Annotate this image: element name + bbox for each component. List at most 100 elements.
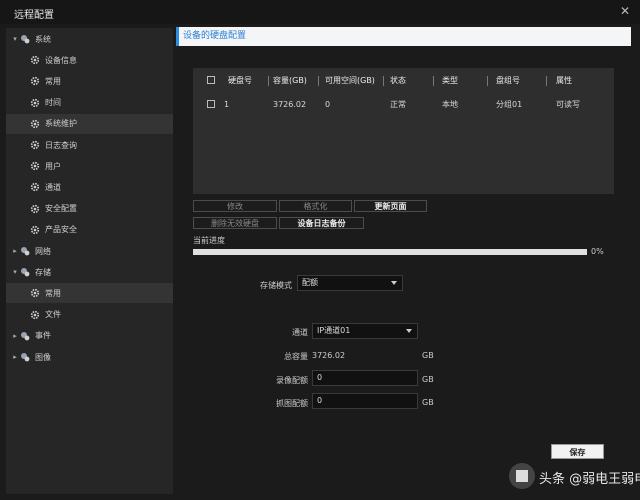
sidebar-item-label: 设备信息 [45,55,77,65]
sidebar-item[interactable]: 日志查询 [6,135,173,155]
sidebar-item[interactable]: ▸ 网络 [6,241,173,261]
sidebar-item-label: 常用 [45,76,61,86]
total-capacity-label: 总容量 [284,352,308,361]
channel-select[interactable]: IP通道01 [312,323,418,339]
header-attr: 属性 [556,76,572,85]
format-button[interactable]: 格式化 [279,200,352,212]
chevron-right-icon[interactable]: ▸ [10,247,20,255]
progress-bar [193,249,587,255]
sidebar-item[interactable]: 常用 [6,283,173,304]
chevron-down-icon[interactable]: ▾ [10,35,20,43]
sidebar-item-label: 常用 [45,288,61,298]
cell-disk-no: 1 [224,100,230,109]
picture-quota-unit: GB [422,398,434,407]
cell-status: 正常 [390,100,406,109]
save-button[interactable]: 保存 [551,444,604,459]
window-title: 远程配置 [14,10,54,21]
delete-invalid-disk-button[interactable]: 删除无效硬盘 [193,217,277,229]
chevron-right-icon[interactable]: ▸ [10,332,20,340]
folder-node-icon [20,331,30,341]
gear-icon [30,288,40,298]
column-separator[interactable] [487,76,488,86]
record-quota-label: 录像配额 [276,376,308,385]
row-checkbox[interactable] [207,100,215,108]
table-row[interactable]: 1 3726.02 0 正常 本地 分组01 可读写 [193,94,614,116]
total-capacity-unit: GB [422,351,434,360]
sidebar-item[interactable]: 文件 [6,305,173,325]
sidebar: ▾ 系统 设备信息 常用 时间 系统维护 日志查询 用户 通道 安全配置 产品安全 ▸ 网络 ▾ 存储 常用文… [6,28,173,494]
sidebar-item[interactable]: 用户 [6,156,173,176]
sidebar-item-label: 时间 [45,98,61,108]
column-separator[interactable] [318,76,319,86]
sidebar-item-label: 安全配置 [45,204,77,214]
sidebar-item[interactable]: 产品安全 [6,220,173,240]
sidebar-item[interactable]: ▾ 存储 [6,262,173,282]
record-quota-unit: GB [422,375,434,384]
sidebar-item-label: 系统 [35,34,51,44]
watermark-text: 头条 @弱电王弱电 [539,472,640,487]
gear-icon [30,140,40,150]
sidebar-item[interactable]: 安全配置 [6,199,173,219]
progress-label: 当前进度 [193,236,225,245]
modify-button[interactable]: 修改 [193,200,277,212]
gear-icon [30,182,40,192]
sidebar-item[interactable]: 时间 [6,93,173,113]
folder-node-icon [20,34,30,44]
folder-node-icon [20,267,30,277]
sidebar-item[interactable]: 设备信息 [6,50,173,70]
sidebar-item-label: 系统维护 [45,119,77,129]
header-group: 盘组号 [496,76,520,85]
gear-icon [30,55,40,65]
header-disk-no: 硬盘号 [228,76,252,85]
gear-icon [30,119,40,129]
sidebar-item-label: 网络 [35,246,51,256]
picture-quota-input[interactable]: 0 [312,393,418,409]
sidebar-item-label: 通道 [45,182,61,192]
chevron-down-icon[interactable]: ▾ [10,268,20,276]
title-bar: 远程配置 ✕ [0,0,640,24]
record-quota-input[interactable]: 0 [312,370,418,386]
header-free: 可用空间(GB) [325,76,375,85]
folder-node-icon [20,352,30,362]
column-separator[interactable] [268,76,269,86]
panel-title: 设备的硬盘配置 [176,27,631,46]
column-separator[interactable] [383,76,384,86]
gear-icon [30,76,40,86]
sidebar-item-label: 事件 [35,331,51,341]
picture-quota-label: 抓图配额 [276,399,308,408]
sidebar-item-label: 用户 [45,161,61,171]
header-capacity: 容量(GB) [273,76,307,85]
chevron-down-icon [406,329,412,333]
close-icon[interactable]: ✕ [620,4,630,18]
table-header: 硬盘号 容量(GB) 可用空间(GB) 状态 类型 盘组号 属性 [193,70,614,92]
sidebar-item[interactable]: 常用 [6,71,173,91]
channel-value: IP通道01 [317,326,351,335]
total-capacity-value: 3726.02 [312,351,346,360]
sidebar-item[interactable]: ▸ 图像 [6,347,173,367]
sidebar-item[interactable]: 系统维护 [6,113,173,134]
column-separator[interactable] [546,76,547,86]
device-log-backup-button[interactable]: 设备日志备份 [279,217,364,229]
sidebar-item-label: 文件 [45,310,61,320]
cell-type: 本地 [442,100,458,109]
column-separator[interactable] [433,76,434,86]
watermark-logo-icon [509,463,535,489]
storage-mode-select[interactable]: 配额 [297,275,403,291]
sidebar-item-label: 产品安全 [45,225,77,235]
sidebar-item[interactable]: ▸ 事件 [6,326,173,346]
cell-group: 分组01 [496,100,523,109]
cell-free: 0 [325,100,331,109]
gear-icon [30,225,40,235]
storage-mode-label: 存储模式 [260,281,292,290]
progress-percent: 0% [591,247,604,256]
storage-mode-value: 配额 [302,278,318,287]
select-all-checkbox[interactable] [207,76,215,84]
chevron-right-icon[interactable]: ▸ [10,353,20,361]
cell-attr: 可读写 [556,100,580,109]
gear-icon [30,98,40,108]
sidebar-item[interactable]: 通道 [6,177,173,197]
folder-node-icon [20,246,30,256]
sidebar-item[interactable]: ▾ 系统 [6,29,173,49]
refresh-button[interactable]: 更新页面 [354,200,427,212]
gear-icon [30,204,40,214]
